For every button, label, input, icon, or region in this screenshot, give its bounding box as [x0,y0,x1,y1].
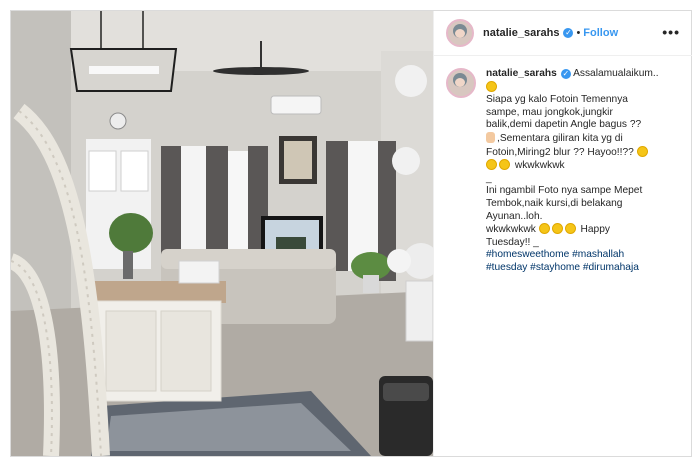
more-options-icon[interactable]: ••• [662,24,680,40]
caption-username-link[interactable]: natalie_sarahs [486,68,557,79]
grin-emoji-icon [636,145,648,157]
avatar[interactable] [446,19,474,47]
laughing-emoji-icon [564,223,576,235]
caption-line-5: Fotoin,Miring2 blur ?? Hayoo!!?? [486,146,634,158]
laughing-emoji-icon [486,80,497,92]
caption-text: natalie_sarahs ✓ Assalamualaikum.. Siapa … [486,68,680,275]
post-sidebar: natalie_sarahs ✓ • Follow ••• natalie_sa… [433,11,692,456]
caption: natalie_sarahs ✓ Assalamualaikum.. Siapa … [434,56,692,275]
caption-line-4: ,Sementara giliran kita yg di [497,132,623,144]
follow-button[interactable]: Follow [583,27,618,39]
post-photo[interactable] [11,11,433,456]
caption-line-13: Tuesday!! _ [486,236,539,248]
laughing-emoji-icon [538,223,550,235]
hashtag-line-1[interactable]: #tuesday #stayhome #dirumahaja [486,262,680,275]
caption-line-8: Ini ngambil Foto nya sampe Mepet [486,185,643,197]
caption-line-6: wkwkwkwk [514,160,565,172]
caption-line-11: wkwkwkwk [486,224,536,236]
separator-dot: • [576,27,581,39]
living-room-photo [11,11,433,456]
laughing-emoji-icon [486,159,497,171]
verified-badge-icon: ✓ [563,28,574,38]
caption-avatar[interactable] [446,68,476,98]
instagram-post: natalie_sarahs ✓ • Follow ••• natalie_sa… [10,10,692,457]
caption-line-3: balik,demi dapetin Angle bagus ?? [486,119,642,131]
post-header: natalie_sarahs ✓ • Follow ••• [434,11,692,56]
hand-emoji-icon [486,131,495,143]
caption-line-9: Tembok,naik kursi,di belakang [486,197,623,209]
caption-line-2: sampe, mau jongkok,jungkir [486,106,613,118]
caption-line-10: Ayunan..loh. [486,210,543,222]
username-link[interactable]: natalie_sarahs [483,27,559,39]
caption-line-7: _ [486,172,492,184]
caption-line-12: Happy [580,224,610,236]
caption-verified-badge-icon: ✓ [560,69,571,79]
hashtag-line-0[interactable]: #homesweethome #mashallah [486,249,680,262]
caption-line-0: Assalamualaikum.. [573,68,659,79]
caption-line-1: Siapa yg kalo Fotoin Temennya [486,94,628,106]
laughing-emoji-icon [551,223,563,235]
laughing-emoji-icon [499,159,510,171]
